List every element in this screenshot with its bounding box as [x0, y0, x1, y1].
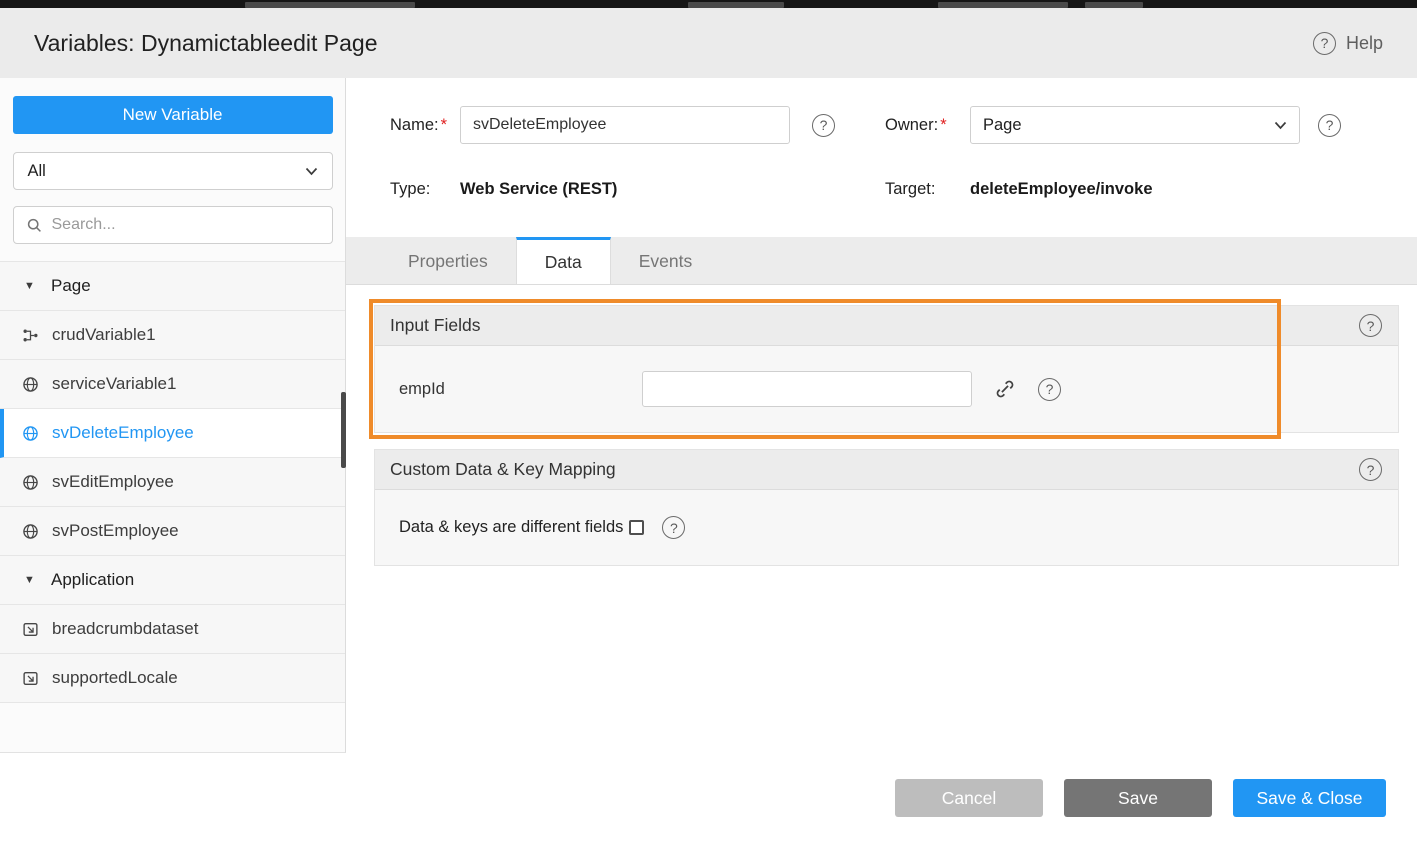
clipped-text-fragment	[245, 2, 415, 8]
input-fields-title: Input Fields	[390, 315, 480, 336]
sidebar-item-servicevariable1[interactable]: serviceVariable1	[0, 360, 345, 409]
variable-label: svDeleteEmployee	[52, 423, 194, 443]
custom-mapping-help-icon[interactable]	[1359, 458, 1382, 481]
owner-select-value: Page	[983, 116, 1022, 135]
clipped-text-fragment	[938, 2, 1068, 8]
empid-label: empId	[399, 380, 642, 399]
sidebar-group-application[interactable]: Application	[0, 556, 345, 605]
help-button[interactable]: Help	[1313, 32, 1383, 55]
empid-input[interactable]	[642, 371, 972, 407]
custom-mapping-title: Custom Data & Key Mapping	[390, 459, 616, 480]
clipped-text-fragment	[1085, 2, 1143, 8]
tab-properties[interactable]: Properties	[380, 237, 516, 284]
sidebar-item-supportedlocale[interactable]: supportedLocale	[0, 654, 345, 703]
owner-select[interactable]: Page	[970, 106, 1300, 144]
target-label: Target:	[885, 180, 970, 199]
different-fields-label: Data & keys are different fields	[399, 518, 623, 537]
variable-list: Page crudVariable1 serviceVariable1	[0, 261, 345, 703]
service-variable-icon	[22, 376, 39, 393]
tab-events[interactable]: Events	[611, 237, 721, 284]
variable-search	[13, 206, 333, 244]
variables-sidebar: New Variable All Page	[0, 78, 346, 753]
search-input[interactable]	[52, 216, 320, 234]
type-value: Web Service (REST)	[460, 180, 617, 199]
collapse-triangle-icon[interactable]	[24, 574, 38, 586]
service-variable-icon	[22, 425, 39, 442]
custom-mapping-section: Custom Data & Key Mapping Data & keys ar…	[374, 449, 1399, 566]
sidebar-item-crudvariable1[interactable]: crudVariable1	[0, 311, 345, 360]
required-asterisk: *	[441, 116, 447, 134]
help-icon[interactable]	[1313, 32, 1336, 55]
clipped-background-strip	[0, 0, 1417, 8]
chevron-down-icon	[1274, 121, 1287, 130]
dialog-header: Variables: Dynamictableedit Page Help	[0, 8, 1417, 78]
sidebar-group-page[interactable]: Page	[0, 262, 345, 311]
required-asterisk: *	[940, 116, 946, 134]
different-fields-checkbox[interactable]	[629, 520, 644, 535]
dataset-variable-icon	[22, 621, 39, 638]
target-value: deleteEmployee/invoke	[970, 180, 1153, 199]
input-fields-help-icon[interactable]	[1359, 314, 1382, 337]
save-and-close-button[interactable]: Save & Close	[1233, 779, 1386, 817]
owner-label: Owner:*	[885, 116, 970, 135]
group-label: Application	[51, 570, 134, 590]
group-label: Page	[51, 276, 91, 296]
bind-link-icon[interactable]	[994, 378, 1016, 400]
dataset-variable-icon	[22, 670, 39, 687]
tab-data[interactable]: Data	[516, 237, 611, 284]
different-fields-help-icon[interactable]	[662, 516, 685, 539]
empid-help-icon[interactable]	[1038, 378, 1061, 401]
type-label: Type:	[390, 180, 460, 199]
variable-filter-value: All	[28, 162, 46, 181]
variable-detail-panel: Name:* Owner:* Page	[346, 78, 1417, 845]
input-fields-section: Input Fields empId	[374, 305, 1399, 433]
owner-help-icon[interactable]	[1318, 114, 1341, 137]
sidebar-item-sveditemployee[interactable]: svEditEmployee	[0, 458, 345, 507]
dialog-footer: Cancel Save Save & Close	[895, 779, 1386, 817]
service-variable-icon	[22, 474, 39, 491]
help-label: Help	[1346, 33, 1383, 54]
variable-filter-select[interactable]: All	[13, 152, 333, 190]
sidebar-item-svdeleteemployee[interactable]: svDeleteEmployee	[0, 409, 345, 458]
variable-label: serviceVariable1	[52, 374, 176, 394]
variable-label: svEditEmployee	[52, 472, 174, 492]
service-variable-icon	[22, 523, 39, 540]
save-button[interactable]: Save	[1064, 779, 1212, 817]
crud-variable-icon	[22, 327, 39, 344]
clipped-text-fragment	[688, 2, 784, 8]
variable-name-input[interactable]	[460, 106, 790, 144]
sidebar-item-breadcrumbdataset[interactable]: breadcrumbdataset	[0, 605, 345, 654]
variable-label: breadcrumbdataset	[52, 619, 198, 639]
chevron-down-icon	[305, 167, 318, 176]
variable-label: svPostEmployee	[52, 521, 179, 541]
name-help-icon[interactable]	[812, 114, 835, 137]
search-icon	[26, 217, 43, 234]
cancel-button[interactable]: Cancel	[895, 779, 1043, 817]
collapse-triangle-icon[interactable]	[24, 280, 38, 292]
variable-label: crudVariable1	[52, 325, 156, 345]
variables-dialog: Variables: Dynamictableedit Page Help Ne…	[0, 0, 1417, 845]
detail-tabbar: Properties Data Events	[346, 237, 1417, 285]
name-label: Name:*	[390, 116, 460, 135]
variable-label: supportedLocale	[52, 668, 178, 688]
sidebar-item-svpostemployee[interactable]: svPostEmployee	[0, 507, 345, 556]
input-fields-section-wrapper: Input Fields empId	[374, 305, 1399, 433]
page-title: Variables: Dynamictableedit Page	[34, 30, 377, 57]
new-variable-button[interactable]: New Variable	[13, 96, 333, 134]
